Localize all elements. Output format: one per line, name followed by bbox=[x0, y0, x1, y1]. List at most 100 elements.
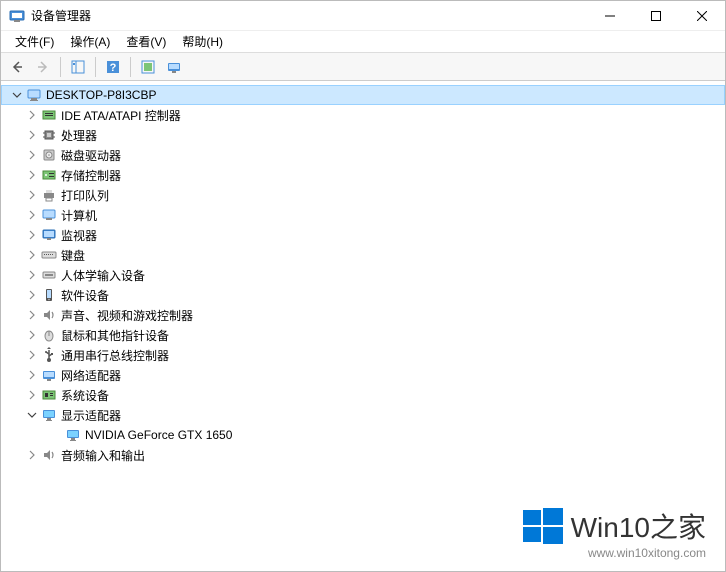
toolbar-separator bbox=[60, 57, 61, 77]
audio-icon bbox=[41, 447, 57, 463]
category-label: 存储控制器 bbox=[61, 167, 121, 184]
chevron-right-icon[interactable] bbox=[25, 248, 39, 262]
tree-category[interactable]: 声音、视频和游戏控制器 bbox=[1, 305, 725, 325]
ide-icon bbox=[41, 107, 57, 123]
tree-category[interactable]: 显示适配器 bbox=[1, 405, 725, 425]
category-label: 鼠标和其他指针设备 bbox=[61, 327, 169, 344]
tree-category[interactable]: IDE ATA/ATAPI 控制器 bbox=[1, 105, 725, 125]
category-label: 音频输入和输出 bbox=[61, 447, 145, 464]
category-label: 监视器 bbox=[61, 227, 97, 244]
root-label: DESKTOP-P8I3CBP bbox=[46, 88, 156, 102]
tree-device[interactable]: NVIDIA GeForce GTX 1650 bbox=[1, 425, 725, 445]
category-label: 显示适配器 bbox=[61, 407, 121, 424]
tree-category[interactable]: 通用串行总线控制器 bbox=[1, 345, 725, 365]
menu-file[interactable]: 文件(F) bbox=[7, 31, 62, 52]
close-button[interactable] bbox=[679, 1, 725, 31]
category-label: 磁盘驱动器 bbox=[61, 147, 121, 164]
toolbar-separator bbox=[95, 57, 96, 77]
tree-category[interactable]: 网络适配器 bbox=[1, 365, 725, 385]
storage-icon bbox=[41, 167, 57, 183]
devices-by-type-button[interactable] bbox=[162, 55, 186, 79]
category-label: 网络适配器 bbox=[61, 367, 121, 384]
tree-root[interactable]: DESKTOP-P8I3CBP bbox=[1, 85, 725, 105]
category-label: 人体学输入设备 bbox=[61, 267, 145, 284]
chevron-right-icon[interactable] bbox=[25, 168, 39, 182]
chevron-down-icon[interactable] bbox=[25, 408, 39, 422]
category-label: 处理器 bbox=[61, 127, 97, 144]
chevron-right-icon[interactable] bbox=[25, 328, 39, 342]
forward-button[interactable] bbox=[31, 55, 55, 79]
maximize-button[interactable] bbox=[633, 1, 679, 31]
mouse-icon bbox=[41, 327, 57, 343]
chevron-right-icon[interactable] bbox=[25, 308, 39, 322]
chevron-right-icon[interactable] bbox=[25, 208, 39, 222]
scan-hardware-button[interactable] bbox=[136, 55, 160, 79]
tree-category[interactable]: 监视器 bbox=[1, 225, 725, 245]
chevron-right-icon[interactable] bbox=[25, 128, 39, 142]
tree-category[interactable]: 计算机 bbox=[1, 205, 725, 225]
tree-category[interactable]: 键盘 bbox=[1, 245, 725, 265]
chevron-right-icon[interactable] bbox=[25, 288, 39, 302]
hid-icon bbox=[41, 267, 57, 283]
tree-category[interactable]: 磁盘驱动器 bbox=[1, 145, 725, 165]
tree-category[interactable]: 音频输入和输出 bbox=[1, 445, 725, 465]
printer-icon bbox=[41, 187, 57, 203]
device-label: NVIDIA GeForce GTX 1650 bbox=[85, 428, 232, 442]
category-label: 计算机 bbox=[61, 207, 97, 224]
chevron-right-icon[interactable] bbox=[25, 448, 39, 462]
show-hide-tree-button[interactable] bbox=[66, 55, 90, 79]
display-icon bbox=[41, 407, 57, 423]
toolbar: ? bbox=[1, 53, 725, 81]
category-label: 打印队列 bbox=[61, 187, 109, 204]
window-buttons bbox=[587, 1, 725, 31]
tree-category[interactable]: 系统设备 bbox=[1, 385, 725, 405]
chevron-right-icon[interactable] bbox=[25, 368, 39, 382]
back-button[interactable] bbox=[5, 55, 29, 79]
tree-category[interactable]: 打印队列 bbox=[1, 185, 725, 205]
category-label: 通用串行总线控制器 bbox=[61, 347, 169, 364]
audio-icon bbox=[41, 307, 57, 323]
app-icon bbox=[9, 8, 25, 24]
tree-category[interactable]: 处理器 bbox=[1, 125, 725, 145]
category-label: 键盘 bbox=[61, 247, 85, 264]
computer-icon bbox=[41, 207, 57, 223]
menu-view[interactable]: 查看(V) bbox=[118, 31, 174, 52]
chevron-right-icon[interactable] bbox=[25, 188, 39, 202]
tree-category[interactable]: 软件设备 bbox=[1, 285, 725, 305]
menu-help[interactable]: 帮助(H) bbox=[174, 31, 231, 52]
menubar: 文件(F) 操作(A) 查看(V) 帮助(H) bbox=[1, 31, 725, 53]
minimize-button[interactable] bbox=[587, 1, 633, 31]
expander-spacer bbox=[49, 428, 63, 442]
cpu-icon bbox=[41, 127, 57, 143]
titlebar: 设备管理器 bbox=[1, 1, 725, 31]
usb-icon bbox=[41, 347, 57, 363]
disk-icon bbox=[41, 147, 57, 163]
chevron-down-icon[interactable] bbox=[10, 88, 24, 102]
chevron-right-icon[interactable] bbox=[25, 268, 39, 282]
chevron-right-icon[interactable] bbox=[25, 228, 39, 242]
category-label: 系统设备 bbox=[61, 387, 109, 404]
category-label: IDE ATA/ATAPI 控制器 bbox=[61, 107, 181, 124]
network-icon bbox=[41, 367, 57, 383]
chevron-right-icon[interactable] bbox=[25, 388, 39, 402]
tree-category[interactable]: 鼠标和其他指针设备 bbox=[1, 325, 725, 345]
menu-action[interactable]: 操作(A) bbox=[62, 31, 118, 52]
monitor-icon bbox=[41, 227, 57, 243]
chevron-right-icon[interactable] bbox=[25, 148, 39, 162]
tree-category[interactable]: 人体学输入设备 bbox=[1, 265, 725, 285]
window-title: 设备管理器 bbox=[31, 7, 587, 24]
system-icon bbox=[41, 387, 57, 403]
tree-category[interactable]: 存储控制器 bbox=[1, 165, 725, 185]
display-icon bbox=[65, 427, 81, 443]
keyboard-icon bbox=[41, 247, 57, 263]
category-label: 软件设备 bbox=[61, 287, 109, 304]
software-icon bbox=[41, 287, 57, 303]
help-button[interactable]: ? bbox=[101, 55, 125, 79]
computer-icon bbox=[26, 87, 42, 103]
chevron-right-icon[interactable] bbox=[25, 108, 39, 122]
device-tree[interactable]: DESKTOP-P8I3CBP IDE ATA/ATAPI 控制器处理器磁盘驱动… bbox=[1, 81, 725, 571]
toolbar-separator bbox=[130, 57, 131, 77]
svg-text:?: ? bbox=[110, 62, 117, 74]
chevron-right-icon[interactable] bbox=[25, 348, 39, 362]
category-label: 声音、视频和游戏控制器 bbox=[61, 307, 193, 324]
